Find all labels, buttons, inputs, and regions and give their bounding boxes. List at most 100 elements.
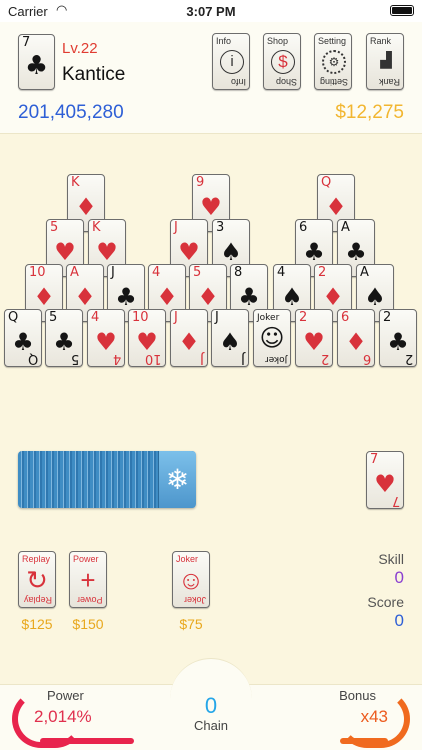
setting-button[interactable]: Setting ⚙ Setting: [314, 33, 352, 90]
card-rank: K: [71, 175, 80, 190]
power-gauge-line: [40, 738, 134, 744]
card-rank-flipped: J: [241, 351, 245, 366]
card-rank: 4: [91, 310, 100, 325]
card-rank: A: [360, 265, 369, 280]
score-label: Score: [367, 594, 404, 610]
pyramid-card[interactable]: Q ♣ Q: [4, 309, 42, 367]
info-button-label: Info: [216, 36, 232, 46]
player-header: 7 ♣ Lv.22 Kantice 201,405,280 $12,275 In…: [0, 22, 422, 134]
bonus-label: Bonus: [339, 688, 376, 703]
diamond-icon: ♦: [325, 193, 347, 221]
waste-card-rank: 7: [370, 452, 379, 467]
card-rank-flipped: 4: [112, 351, 121, 366]
card-rank: J: [174, 310, 178, 325]
card-rank: Q: [8, 310, 19, 325]
rank-button-label-flipped: Rank: [378, 77, 400, 87]
power-price: $150: [72, 616, 104, 632]
chain-label: Chain: [194, 718, 228, 733]
draw-deck[interactable]: ❄: [18, 451, 196, 508]
score-value: 0: [394, 611, 404, 630]
card-rank: Q: [321, 175, 332, 190]
club-icon: ♣: [303, 238, 325, 266]
rank-button-label: Rank: [370, 36, 392, 46]
battery-icon: [390, 5, 414, 16]
diamond-icon: ♦: [74, 283, 96, 311]
pyramid-card[interactable]: 6 ♦ 6: [337, 309, 375, 367]
card-rank-flipped: 6: [362, 351, 371, 366]
power-button[interactable]: Power + Power: [69, 551, 107, 608]
joker-face-icon: ☺: [177, 565, 205, 595]
bonus-value: x43: [360, 707, 388, 726]
heart-icon: ♥: [200, 193, 222, 221]
pyramid-card[interactable]: 5 ♣ 5: [45, 309, 83, 367]
power-label-flipped: Power: [77, 595, 103, 605]
power-label: Power: [73, 554, 99, 564]
heart-icon: ♥: [96, 238, 118, 266]
pyramid-card[interactable]: Joker ☺ Joker: [253, 309, 291, 367]
card-rank: 5: [193, 265, 202, 280]
card-rank-flipped: 10: [145, 351, 162, 366]
replay-button[interactable]: Replay ↻ Replay: [18, 551, 56, 608]
total-score: 201,405,280: [18, 102, 124, 123]
status-bar: Carrier ◠ 3:07 PM: [0, 0, 422, 22]
pyramid-card[interactable]: J ♠ J: [211, 309, 249, 367]
card-rank: 3: [216, 220, 225, 235]
card-rank: 4: [277, 265, 286, 280]
card-rank: A: [341, 220, 350, 235]
rank-button[interactable]: Rank ▟ Rank: [366, 33, 404, 90]
joker-face-icon: ☺: [259, 324, 285, 352]
snowflake-icon: ❄: [158, 451, 196, 508]
player-name: Kantice: [62, 64, 126, 85]
diamond-icon: ♦: [197, 283, 219, 311]
diamond-icon: ♦: [75, 193, 97, 221]
card-rank: 9: [196, 175, 205, 190]
gear-icon: ⚙: [322, 50, 346, 74]
joker-button[interactable]: Joker ☺ Joker: [172, 551, 210, 608]
avatar-card-rank: 7: [22, 35, 31, 50]
diamond-icon: ♦: [33, 283, 55, 311]
info-button[interactable]: Info i Info: [212, 33, 250, 90]
info-button-label-flipped: Info: [230, 77, 246, 87]
bonus-gauge-line: [340, 738, 388, 744]
pyramid-card[interactable]: 2 ♥ 2: [295, 309, 333, 367]
card-rank-flipped: 2: [404, 351, 413, 366]
joker-label-flipped: Joker: [183, 595, 206, 605]
card-rank-flipped: Q: [27, 351, 38, 366]
pyramid-card[interactable]: 2 ♣ 2: [379, 309, 417, 367]
shop-button-label-flipped: Shop: [275, 77, 297, 87]
card-rank: 5: [50, 220, 59, 235]
card-rank: K: [92, 220, 101, 235]
info-icon: i: [220, 50, 244, 74]
waste-card-rank-flipped: 7: [391, 493, 400, 508]
club-icon: ♣: [345, 238, 367, 266]
pyramid-card[interactable]: 4 ♥ 4: [87, 309, 125, 367]
setting-button-label-flipped: Setting: [319, 77, 348, 87]
heart-icon: ♥: [178, 238, 200, 266]
card-rank: 6: [341, 310, 350, 325]
skill-value: 0: [394, 568, 404, 587]
card-rank: 5: [49, 310, 58, 325]
card-rank: 10: [132, 310, 149, 325]
spade-icon: ♠: [281, 283, 303, 311]
joker-label: Joker: [176, 554, 199, 564]
card-rank: 4: [152, 265, 161, 280]
shop-button-label: Shop: [267, 36, 289, 46]
card-rank: 2: [318, 265, 327, 280]
status-time: 3:07 PM: [186, 4, 236, 19]
shop-button[interactable]: Shop $ Shop: [263, 33, 301, 90]
player-avatar-card[interactable]: 7 ♣: [18, 34, 55, 90]
spade-icon: ♠: [364, 283, 386, 311]
card-rank: A: [70, 265, 79, 280]
card-rank: J: [174, 220, 178, 235]
pyramid-card[interactable]: J ♦ J: [170, 309, 208, 367]
diamond-icon: ♦: [156, 283, 178, 311]
spade-icon: ♠: [220, 238, 242, 266]
card-rank: 10: [29, 265, 46, 280]
replay-label-flipped: Replay: [23, 595, 52, 605]
podium-icon: ▟: [380, 52, 392, 69]
replay-label: Replay: [22, 554, 51, 564]
player-level: Lv.22: [62, 40, 98, 57]
club-icon: ♣: [24, 51, 49, 81]
pyramid-card[interactable]: 10 ♥ 10: [128, 309, 166, 367]
replay-icon: ↻: [26, 565, 48, 595]
